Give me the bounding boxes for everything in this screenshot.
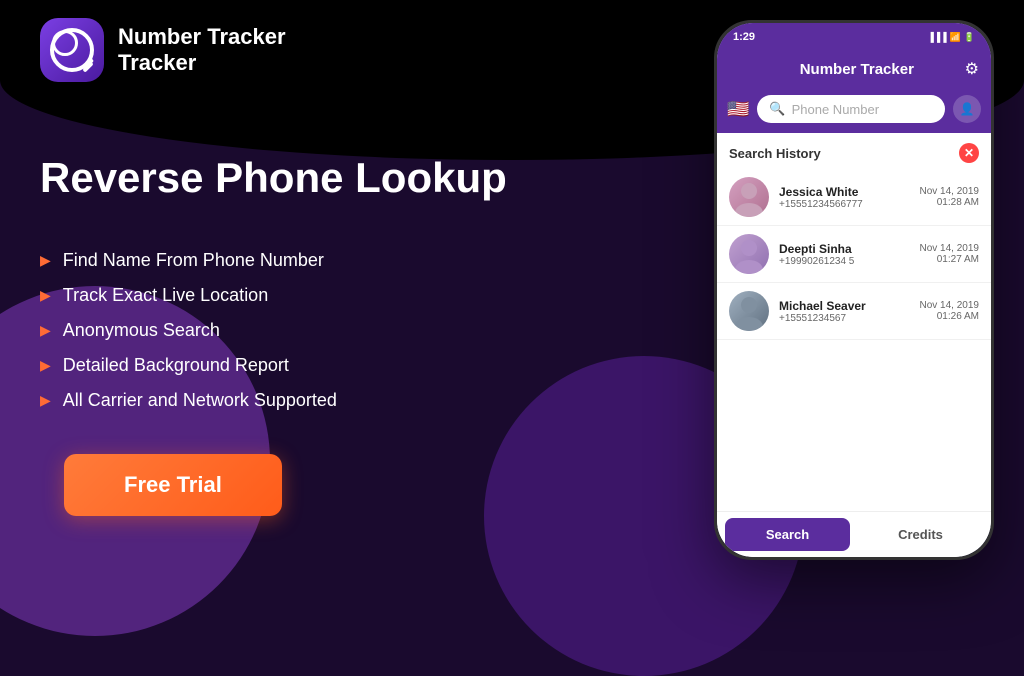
- main-headline: Reverse Phone Lookup: [40, 155, 507, 201]
- feature-item-1: ▶ Find Name From Phone Number: [40, 250, 337, 271]
- status-icons: ▐▐▐ 📶 🔋: [927, 32, 975, 43]
- contact-phone-2: +19990261234 5: [779, 256, 910, 267]
- contact-phone-3: +15551234567: [779, 313, 910, 324]
- features-list: ▶ Find Name From Phone Number ▶ Track Ex…: [40, 250, 337, 411]
- contact-time-2: Nov 14, 2019 01:27 AM: [920, 243, 980, 265]
- contact-avatar-2: [729, 234, 769, 274]
- phone-search-input[interactable]: 🔍 Phone Number: [757, 95, 945, 123]
- credits-tab[interactable]: Credits: [858, 518, 983, 551]
- contact-info-3: Michael Seaver +15551234567: [779, 299, 910, 324]
- contact-hour-3: 01:26 AM: [920, 311, 980, 322]
- history-title: Search History: [729, 146, 821, 161]
- arrow-icon-4: ▶: [40, 357, 51, 374]
- feature-item-3: ▶ Anonymous Search: [40, 320, 337, 341]
- search-placeholder-text: Phone Number: [792, 102, 879, 117]
- app-header: Number Tracker ⚙: [717, 51, 991, 89]
- logo-tracker: Tracker: [118, 50, 286, 76]
- magnify-handle: [83, 58, 94, 69]
- arrow-icon-5: ▶: [40, 392, 51, 409]
- contact-name-2: Deepti Sinha: [779, 242, 910, 256]
- contact-item-1[interactable]: Jessica White +15551234566777 Nov 14, 20…: [717, 169, 991, 226]
- signal-icon: ▐▐▐: [927, 32, 946, 42]
- feature-label-3: Anonymous Search: [63, 320, 220, 341]
- search-tab[interactable]: Search: [725, 518, 850, 551]
- settings-icon[interactable]: ⚙: [965, 59, 979, 79]
- feature-label-2: Track Exact Live Location: [63, 285, 268, 306]
- contact-hour-2: 01:27 AM: [920, 254, 980, 265]
- arrow-icon-1: ▶: [40, 252, 51, 269]
- headline: Reverse Phone Lookup: [40, 155, 507, 201]
- logo-area: Number Tracker Tracker: [40, 18, 286, 82]
- contact-info-1: Jessica White +15551234566777: [779, 185, 910, 210]
- magnify-circle: [52, 30, 78, 56]
- close-history-button[interactable]: ✕: [959, 143, 979, 163]
- feature-label-5: All Carrier and Network Supported: [63, 390, 337, 411]
- feature-label-4: Detailed Background Report: [63, 355, 289, 376]
- feature-label-1: Find Name From Phone Number: [63, 250, 324, 271]
- contact-name-3: Michael Seaver: [779, 299, 910, 313]
- contact-name-1: Jessica White: [779, 185, 910, 199]
- app-logo-icon: [40, 18, 104, 82]
- contact-phone-1: +15551234566777: [779, 199, 910, 210]
- contact-item-2[interactable]: Deepti Sinha +19990261234 5 Nov 14, 2019…: [717, 226, 991, 283]
- contact-date-1: Nov 14, 2019: [920, 186, 980, 197]
- phone-mockup: 1:29 ▐▐▐ 📶 🔋 Number Tracker ⚙ 🇺🇸 🔍 Phone…: [714, 20, 994, 560]
- bottom-tabs: Search Credits: [717, 511, 991, 557]
- feature-item-2: ▶ Track Exact Live Location: [40, 285, 337, 306]
- history-header: Search History ✕: [717, 133, 991, 169]
- wifi-icon: 📶: [950, 32, 961, 43]
- status-time: 1:29: [733, 31, 755, 43]
- arrow-icon-3: ▶: [40, 322, 51, 339]
- contact-date-3: Nov 14, 2019: [920, 300, 980, 311]
- battery-icon: 🔋: [964, 32, 975, 43]
- logo-text: Number Tracker Tracker: [118, 24, 286, 77]
- phone-screen: 1:29 ▐▐▐ 📶 🔋 Number Tracker ⚙ 🇺🇸 🔍 Phone…: [717, 23, 991, 557]
- arrow-icon-2: ▶: [40, 287, 51, 304]
- search-magnify-icon: 🔍: [769, 101, 785, 117]
- contact-avatar-3: [729, 291, 769, 331]
- feature-item-5: ▶ All Carrier and Network Supported: [40, 390, 337, 411]
- contact-item-3[interactable]: Michael Seaver +15551234567 Nov 14, 2019…: [717, 283, 991, 340]
- app-header-title: Number Tracker: [749, 61, 965, 78]
- contact-time-3: Nov 14, 2019 01:26 AM: [920, 300, 980, 322]
- contact-hour-1: 01:28 AM: [920, 197, 980, 208]
- country-flag-icon[interactable]: 🇺🇸: [727, 99, 749, 120]
- status-bar: 1:29 ▐▐▐ 📶 🔋: [717, 23, 991, 51]
- contact-time-1: Nov 14, 2019 01:28 AM: [920, 186, 980, 208]
- feature-item-4: ▶ Detailed Background Report: [40, 355, 337, 376]
- contact-avatar-1: [729, 177, 769, 217]
- contact-book-icon[interactable]: 👤: [953, 95, 981, 123]
- search-bar-container: 🇺🇸 🔍 Phone Number 👤: [717, 89, 991, 133]
- free-trial-button[interactable]: Free Trial: [64, 454, 282, 516]
- contact-info-2: Deepti Sinha +19990261234 5: [779, 242, 910, 267]
- contact-date-2: Nov 14, 2019: [920, 243, 980, 254]
- logo-number: Number Tracker: [118, 24, 286, 50]
- history-section: Search History ✕ Jessica White +15551234…: [717, 133, 991, 511]
